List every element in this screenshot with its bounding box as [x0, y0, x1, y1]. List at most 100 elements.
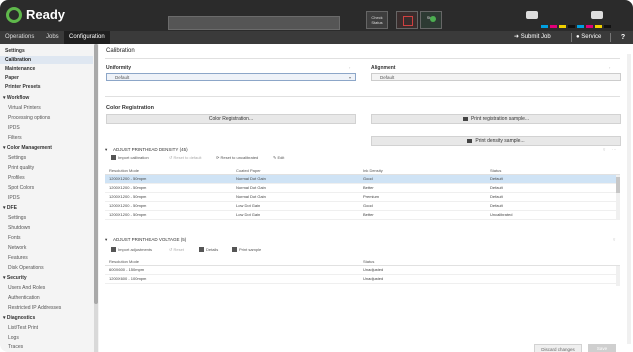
sidebar-item-features[interactable]: Features: [8, 255, 28, 261]
sidebar-item-color-ipds[interactable]: IPDS: [8, 195, 20, 201]
print-sample-button[interactable]: Print sample: [232, 246, 261, 254]
help-button[interactable]: ?: [613, 31, 633, 44]
submit-job-button[interactable]: ➜ Submit Job: [514, 31, 551, 44]
table-row[interactable]: 1200X1200 - 50mpm Low Dot Gain Better Un…: [105, 211, 620, 220]
table-row[interactable]: 1200X1200 - 50mpm Normal Dot Gain Better…: [105, 184, 620, 193]
check-status-button[interactable]: Check Status: [366, 11, 388, 29]
filter-icon[interactable]: ▿: [613, 236, 615, 243]
sidebar-item-fonts[interactable]: Fonts: [8, 235, 21, 241]
edit-button[interactable]: ✎ Edit: [273, 154, 284, 162]
save-button[interactable]: Save: [588, 344, 616, 352]
service-button[interactable]: ● Service: [576, 31, 601, 44]
sidebar-group-workflow[interactable]: ▾ Workflow: [3, 95, 29, 101]
reset-to-uncalibrated-button[interactable]: ⟳ Reset to uncalibrated: [216, 154, 258, 162]
sidebar-group-diagnostics[interactable]: ▾ Diagnostics: [3, 315, 35, 321]
discard-changes-button[interactable]: Discard changes: [534, 344, 582, 352]
reset-to-default-label: Reset to default: [173, 155, 202, 160]
reset-button[interactable]: ↺ Reset: [169, 246, 184, 254]
sidebar-item-users-and-roles[interactable]: Users And Roles: [8, 285, 45, 291]
density-table-scroll-thumb[interactable]: [616, 177, 620, 193]
sidebar-group-label: Diagnostics: [6, 315, 36, 321]
sidebar-item-processing-options[interactable]: Processing options: [8, 115, 50, 121]
stop-button[interactable]: [396, 11, 418, 29]
color-registration-button[interactable]: Color Registration...: [106, 114, 356, 124]
sidebar-item-shutdown[interactable]: Shutdown: [8, 225, 30, 231]
sidebar-group-security[interactable]: ▾ Security: [3, 275, 27, 281]
import-icon: [111, 247, 116, 253]
printer-status-area[interactable]: [521, 8, 621, 28]
uniformity-select[interactable]: Default ▾: [106, 73, 356, 81]
sidebar-item-color-settings[interactable]: Settings: [8, 155, 26, 161]
column-header[interactable]: Coated Paper: [236, 168, 261, 173]
ready-status-icon: [6, 7, 22, 23]
sidebar-scroll-thumb[interactable]: [94, 44, 98, 304]
sidebar-item-print-quality[interactable]: Print quality: [8, 165, 34, 171]
sync-icon: ⟳: [216, 155, 220, 160]
sidebar-item-virtual-printers[interactable]: Virtual Printers: [8, 105, 41, 111]
table-row[interactable]: 1200X1200 - 50mpm Normal Dot Gain Good D…: [105, 175, 620, 184]
details-label: Details: [206, 247, 219, 252]
tab-jobs[interactable]: Jobs: [41, 31, 64, 44]
main-scrollbar[interactable]: [627, 54, 631, 344]
column-header[interactable]: Resolution Mode: [109, 168, 139, 173]
import-adjustments-button[interactable]: Import adjustments: [111, 246, 152, 254]
table-row[interactable]: 1200X1200 - 50mpm Low Dot Gain Good Defa…: [105, 202, 620, 211]
column-header[interactable]: Status: [363, 259, 374, 264]
sidebar-group-label: Color Management: [6, 145, 52, 151]
details-button[interactable]: Details: [199, 246, 218, 254]
table-header: Resolution Mode Coated Paper Ink Density…: [105, 167, 620, 175]
sidebar-item-disk-operations[interactable]: Disk Operations: [8, 265, 44, 271]
chevron-right-icon[interactable]: ›: [349, 65, 350, 70]
voltage-toolbar: Import adjustments ↺ Reset Details Print…: [111, 246, 621, 254]
configuration-sidebar: Settings Calibration Maintenance Paper P…: [0, 44, 99, 352]
uniformity-label: Uniformity: [106, 65, 131, 71]
reset-to-default-button[interactable]: ↺ Reset to default: [169, 154, 202, 162]
yellow-ink-level: [595, 25, 602, 28]
sidebar-item-authentication[interactable]: Authentication: [8, 295, 40, 301]
sidebar-item-paper[interactable]: Paper: [5, 75, 19, 81]
sidebar-group-dfe[interactable]: ▾ DFE: [3, 205, 17, 211]
sidebar-item-traces[interactable]: Traces: [8, 344, 23, 350]
column-header[interactable]: Status: [490, 168, 501, 173]
sidebar-group-color-management[interactable]: ▾ Color Management: [3, 145, 52, 151]
sidebar-group-label: DFE: [6, 205, 17, 211]
chevron-down-icon: ▾: [348, 75, 351, 80]
print-registration-sample-button[interactable]: Print registration sample...: [371, 114, 621, 124]
import-icon: [111, 155, 116, 161]
sidebar-item-ipds[interactable]: IPDS: [8, 125, 20, 131]
sidebar-item-filters[interactable]: Filters: [8, 135, 22, 141]
column-header[interactable]: Resolution Mode: [109, 259, 139, 264]
sidebar-item-settings[interactable]: Settings: [5, 48, 25, 54]
tab-operations[interactable]: Operations: [0, 31, 39, 44]
cell: Default: [490, 194, 503, 199]
sidebar-item-network[interactable]: Network: [8, 245, 26, 251]
sidebar-item-dfe-settings[interactable]: Settings: [8, 215, 26, 221]
density-panel-header[interactable]: ▾ ADJUST PRINTHEAD DENSITY (45) ▿ ···: [105, 146, 625, 153]
sidebar-item-list-test-print[interactable]: List/Test Print: [8, 325, 38, 331]
sidebar-item-logs[interactable]: Logs: [8, 335, 19, 341]
alignment-select[interactable]: Default: [371, 73, 621, 81]
sidebar-item-calibration[interactable]: Calibration: [0, 56, 93, 64]
import-calibration-button[interactable]: Import calibration: [111, 154, 149, 162]
table-row[interactable]: 1200X600 - 100mpm Unadjusted: [105, 275, 620, 284]
start-button[interactable]: Start: [420, 11, 442, 29]
page-title: Calibration: [106, 48, 135, 54]
voltage-table-scrollbar[interactable]: [616, 266, 620, 286]
voltage-panel-header[interactable]: ▾ ADJUST PRINTHEAD VOLTAGE (5) ▿: [105, 236, 625, 243]
column-header[interactable]: Ink Density: [363, 168, 383, 173]
sidebar-item-maintenance[interactable]: Maintenance: [5, 66, 35, 72]
more-icon[interactable]: ···: [612, 146, 617, 153]
print-density-sample-button[interactable]: Print density sample...: [371, 136, 621, 146]
sidebar-item-restricted-ip[interactable]: Restricted IP Addresses: [8, 305, 61, 311]
cell: Default: [490, 203, 503, 208]
table-row[interactable]: 1200X1200 - 50mpm Normal Dot Gain Premiu…: [105, 193, 620, 202]
density-toolbar: Import calibration ↺ Reset to default ⟳ …: [111, 154, 621, 162]
filter-icon[interactable]: ▿: [603, 146, 605, 153]
status-message-field: [168, 16, 340, 30]
sidebar-item-printer-presets[interactable]: Printer Presets: [5, 84, 41, 90]
sidebar-item-spot-colors[interactable]: Spot Colors: [8, 185, 34, 191]
chevron-right-icon[interactable]: ›: [609, 65, 610, 70]
tab-configuration[interactable]: Configuration: [64, 31, 110, 44]
sidebar-item-profiles[interactable]: Profiles: [8, 175, 25, 181]
table-row[interactable]: 600X600 - 150mpm Unadjusted: [105, 266, 620, 275]
